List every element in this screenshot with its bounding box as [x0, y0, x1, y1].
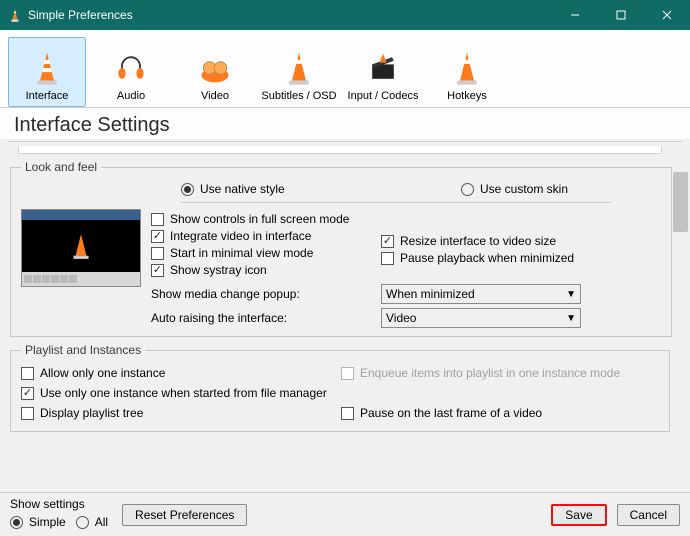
group-legend: Playlist and Instances: [21, 343, 145, 357]
clapper-icon: [364, 48, 402, 88]
radio-custom-skin[interactable]: Use custom skin: [461, 182, 661, 196]
checkbox-icon: [151, 247, 164, 260]
close-button[interactable]: [644, 0, 690, 30]
checkbox-integrate-video[interactable]: Integrate video in interface: [151, 229, 381, 243]
checkbox-pause-when-minimized[interactable]: Pause playback when minimized: [381, 251, 661, 265]
dropdown-value: Video: [386, 311, 416, 325]
chevron-down-icon: ▼: [566, 313, 576, 324]
radio-label: Simple: [29, 515, 66, 529]
checkbox-label: Show systray icon: [170, 263, 267, 277]
tab-label: Subtitles / OSD: [261, 90, 336, 102]
cancel-button[interactable]: Cancel: [617, 504, 680, 526]
tab-hotkeys[interactable]: Hotkeys: [428, 37, 506, 107]
cone-icon: [448, 48, 486, 88]
radio-icon: [461, 183, 474, 196]
playlist-instances-group: Playlist and Instances Allow only one in…: [10, 343, 670, 432]
tab-input-codecs[interactable]: Input / Codecs: [344, 37, 422, 107]
checkbox-show-controls-fullscreen[interactable]: Show controls in full screen mode: [151, 212, 381, 226]
page-title: Interface Settings: [0, 108, 690, 139]
checkbox-label: Integrate video in interface: [170, 229, 311, 243]
tab-subtitles[interactable]: Subtitles / OSD: [260, 37, 338, 107]
checkbox-label: Display playlist tree: [40, 406, 143, 420]
tab-label: Interface: [26, 90, 69, 102]
checkbox-icon: [341, 407, 354, 420]
radio-label: Use native style: [200, 182, 285, 196]
save-button[interactable]: Save: [551, 504, 606, 526]
footer: Show settings Simple All Reset Preferenc…: [0, 492, 690, 536]
dropdown-value: When minimized: [386, 287, 475, 301]
dropdown-label: Show media change popup:: [151, 287, 381, 301]
settings-panel: Look and feel Use native style Use custo…: [0, 142, 690, 488]
checkbox-label: Pause on the last frame of a video: [360, 406, 542, 420]
skin-preview: [21, 209, 141, 287]
tab-label: Hotkeys: [447, 90, 487, 102]
dropdown-media-change-popup[interactable]: When minimized ▼: [381, 284, 581, 304]
radio-native-style[interactable]: Use native style: [181, 182, 381, 196]
tab-label: Video: [201, 90, 229, 102]
checkbox-pause-last-frame[interactable]: Pause on the last frame of a video: [341, 406, 659, 420]
look-and-feel-group: Look and feel Use native style Use custo…: [10, 160, 672, 337]
group-legend: Look and feel: [21, 160, 101, 174]
checkbox-one-instance-file-manager[interactable]: Use only one instance when started from …: [21, 386, 659, 400]
checkbox-icon: [151, 213, 164, 226]
dropdown-label: Auto raising the interface:: [151, 311, 381, 325]
film-reel-icon: [196, 48, 234, 88]
checkbox-label: Start in minimal view mode: [170, 246, 313, 260]
tab-label: Input / Codecs: [348, 90, 419, 102]
checkbox-icon: [21, 407, 34, 420]
radio-icon: [181, 183, 194, 196]
show-settings-label: Show settings: [10, 497, 108, 511]
titlebar: Simple Preferences: [0, 0, 690, 30]
checkbox-icon: [381, 252, 394, 265]
dropdown-auto-raise[interactable]: Video ▼: [381, 308, 581, 328]
button-label: Cancel: [630, 508, 667, 522]
window-title: Simple Preferences: [28, 8, 552, 22]
checkbox-icon: [21, 387, 34, 400]
tab-label: Audio: [117, 90, 145, 102]
checkbox-label: Allow only one instance: [40, 366, 165, 380]
radio-show-all[interactable]: All: [76, 515, 108, 529]
checkbox-systray-icon[interactable]: Show systray icon: [151, 263, 381, 277]
checkbox-icon: [21, 367, 34, 380]
checkbox-enqueue-one-instance: Enqueue items into playlist in one insta…: [341, 366, 659, 380]
collapsed-section: [18, 146, 662, 154]
tab-audio[interactable]: Audio: [92, 37, 170, 107]
radio-label: Use custom skin: [480, 182, 568, 196]
checkbox-label: Resize interface to video size: [400, 234, 556, 248]
cone-icon: [280, 48, 318, 88]
category-tabbar: Interface Audio Video Subtitles / OSD In…: [0, 30, 690, 108]
radio-show-simple[interactable]: Simple: [10, 515, 66, 529]
checkbox-icon: [151, 230, 164, 243]
button-label: Reset Preferences: [135, 508, 234, 522]
checkbox-one-instance[interactable]: Allow only one instance: [21, 366, 341, 380]
reset-preferences-button[interactable]: Reset Preferences: [122, 504, 247, 526]
checkbox-minimal-view[interactable]: Start in minimal view mode: [151, 246, 381, 260]
checkbox-label: Use only one instance when started from …: [40, 386, 327, 400]
checkbox-label: Enqueue items into playlist in one insta…: [360, 366, 620, 380]
scrollbar-thumb[interactable]: [673, 172, 688, 232]
cone-icon: [28, 48, 66, 88]
chevron-down-icon: ▼: [566, 289, 576, 300]
tab-interface[interactable]: Interface: [8, 37, 86, 107]
maximize-button[interactable]: [598, 0, 644, 30]
checkbox-label: Show controls in full screen mode: [170, 212, 349, 226]
checkbox-icon: [381, 235, 394, 248]
checkbox-label: Pause playback when minimized: [400, 251, 574, 265]
divider: [181, 202, 611, 203]
headphones-icon: [112, 48, 150, 88]
button-label: Save: [565, 508, 592, 522]
app-icon: [8, 8, 22, 23]
checkbox-icon: [151, 264, 164, 277]
radio-label: All: [95, 515, 108, 529]
checkbox-icon: [341, 367, 354, 380]
checkbox-display-playlist-tree[interactable]: Display playlist tree: [21, 406, 341, 420]
checkbox-resize-to-video[interactable]: Resize interface to video size: [381, 234, 661, 248]
radio-icon: [10, 516, 23, 529]
tab-video[interactable]: Video: [176, 37, 254, 107]
radio-icon: [76, 516, 89, 529]
minimize-button[interactable]: [552, 0, 598, 30]
